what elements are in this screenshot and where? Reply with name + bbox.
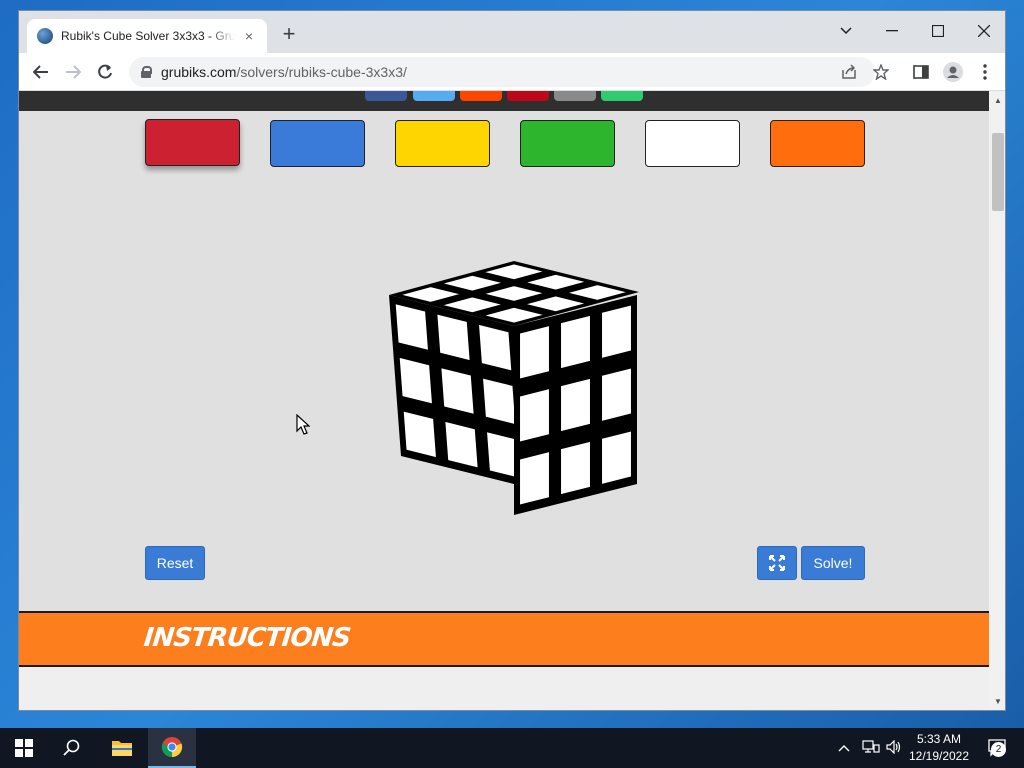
forward-icon[interactable] <box>59 59 87 85</box>
browser-toolbar: grubiks.com/solvers/rubiks-cube-3x3x3/ <box>19 53 1005 91</box>
tab-strip: Rubik's Cube Solver 3x3x3 - Grubiks × + <box>19 11 1005 53</box>
solve-button[interactable]: Solve! <box>801 546 865 580</box>
reload-icon[interactable] <box>91 59 119 85</box>
start-windows-icon[interactable] <box>0 728 48 768</box>
search-icon[interactable] <box>48 728 96 768</box>
cube-sticker[interactable] <box>601 367 632 422</box>
cube-sticker[interactable] <box>444 420 479 469</box>
system-clock[interactable]: 5:33 AM 12/19/2022 <box>908 731 970 765</box>
cube-sticker[interactable] <box>477 323 513 372</box>
volume-icon[interactable] <box>886 739 902 757</box>
notification-count-badge: 2 <box>991 742 1006 757</box>
clock-time: 5:33 AM <box>916 732 962 746</box>
bookmark-star-icon[interactable] <box>867 59 895 85</box>
tab-close-icon[interactable]: × <box>241 28 257 44</box>
instructions-title: INSTRUCTIONS <box>142 623 352 653</box>
maximize-icon[interactable] <box>915 17 961 45</box>
chrome-taskbar-icon[interactable] <box>148 728 196 768</box>
clock-date: 12/19/2022 <box>908 749 970 763</box>
cube-sticker[interactable] <box>560 440 591 496</box>
color-swatch-orange[interactable] <box>770 120 865 167</box>
tray-chevron-icon[interactable] <box>838 740 850 755</box>
share-whatsapp-button[interactable] <box>601 91 643 101</box>
cube-sticker[interactable] <box>601 430 632 485</box>
cube-sticker[interactable] <box>601 304 632 359</box>
share-reddit-button[interactable] <box>460 91 502 101</box>
share-facebook-button[interactable] <box>365 91 407 101</box>
menu-kebab-icon[interactable] <box>971 59 999 85</box>
cube-sticker[interactable] <box>398 356 434 405</box>
mouse-cursor-icon <box>296 414 310 435</box>
color-swatch-blue[interactable] <box>270 120 365 167</box>
rubiks-cube-3d[interactable] <box>369 256 641 526</box>
address-bar[interactable]: grubiks.com/solvers/rubiks-cube-3x3x3/ <box>129 57 875 87</box>
share-icon[interactable] <box>835 59 863 85</box>
instructions-content <box>19 667 989 710</box>
notification-center-icon[interactable]: 2 <box>978 728 1018 768</box>
minimize-icon[interactable] <box>869 17 915 45</box>
network-icon[interactable] <box>862 740 880 757</box>
side-panel-icon[interactable] <box>907 59 935 85</box>
favicon-icon <box>37 28 53 44</box>
file-explorer-icon[interactable] <box>98 728 146 768</box>
cube-sticker[interactable] <box>440 367 475 415</box>
color-swatch-yellow[interactable] <box>395 120 490 167</box>
lock-icon <box>141 66 152 78</box>
cube-sticker[interactable] <box>394 303 430 351</box>
cube-sticker[interactable] <box>519 388 550 443</box>
scroll-down-icon[interactable]: ▼ <box>989 694 1005 710</box>
share-bar <box>19 91 989 111</box>
back-icon[interactable] <box>27 59 55 85</box>
share-pinterest-button[interactable] <box>507 91 549 101</box>
profile-avatar-icon[interactable] <box>939 59 967 85</box>
scrollbar-thumb[interactable] <box>992 133 1004 211</box>
close-window-icon[interactable] <box>961 17 1005 45</box>
scroll-up-icon[interactable]: ▲ <box>989 93 1005 109</box>
share-email-button[interactable] <box>554 91 596 101</box>
cube-sticker[interactable] <box>436 313 471 362</box>
color-swatch-white[interactable] <box>645 120 740 167</box>
expand-icon <box>769 555 785 571</box>
color-swatch-green[interactable] <box>520 120 615 167</box>
color-swatch-red[interactable] <box>145 119 240 166</box>
tab-search-icon[interactable] <box>823 17 869 45</box>
taskbar: 5:33 AM 12/19/2022 2 <box>0 728 1024 768</box>
cube-sticker[interactable] <box>402 410 438 459</box>
instructions-header: INSTRUCTIONS <box>19 611 989 667</box>
browser-window: Rubik's Cube Solver 3x3x3 - Grubiks × + <box>18 10 1006 711</box>
fullscreen-button[interactable] <box>757 546 797 580</box>
cube-sticker[interactable] <box>560 314 591 370</box>
browser-tab[interactable]: Rubik's Cube Solver 3x3x3 - Grubiks × <box>27 19 267 53</box>
reset-button[interactable]: Reset <box>145 546 205 580</box>
cube-sticker[interactable] <box>560 377 591 433</box>
cube-sticker[interactable] <box>481 377 517 426</box>
web-page: Reset Solve! INSTRUCTIONS <box>19 91 989 710</box>
new-tab-button[interactable]: + <box>277 23 301 45</box>
tab-title: Rubik's Cube Solver 3x3x3 - Grubiks <box>61 29 235 43</box>
url-text: grubiks.com/solvers/rubiks-cube-3x3x3/ <box>161 64 407 80</box>
share-twitter-button[interactable] <box>413 91 455 101</box>
cube-sticker[interactable] <box>519 325 550 380</box>
page-scrollbar[interactable]: ▲ ▼ <box>989 91 1005 710</box>
cube-sticker[interactable] <box>519 451 550 506</box>
